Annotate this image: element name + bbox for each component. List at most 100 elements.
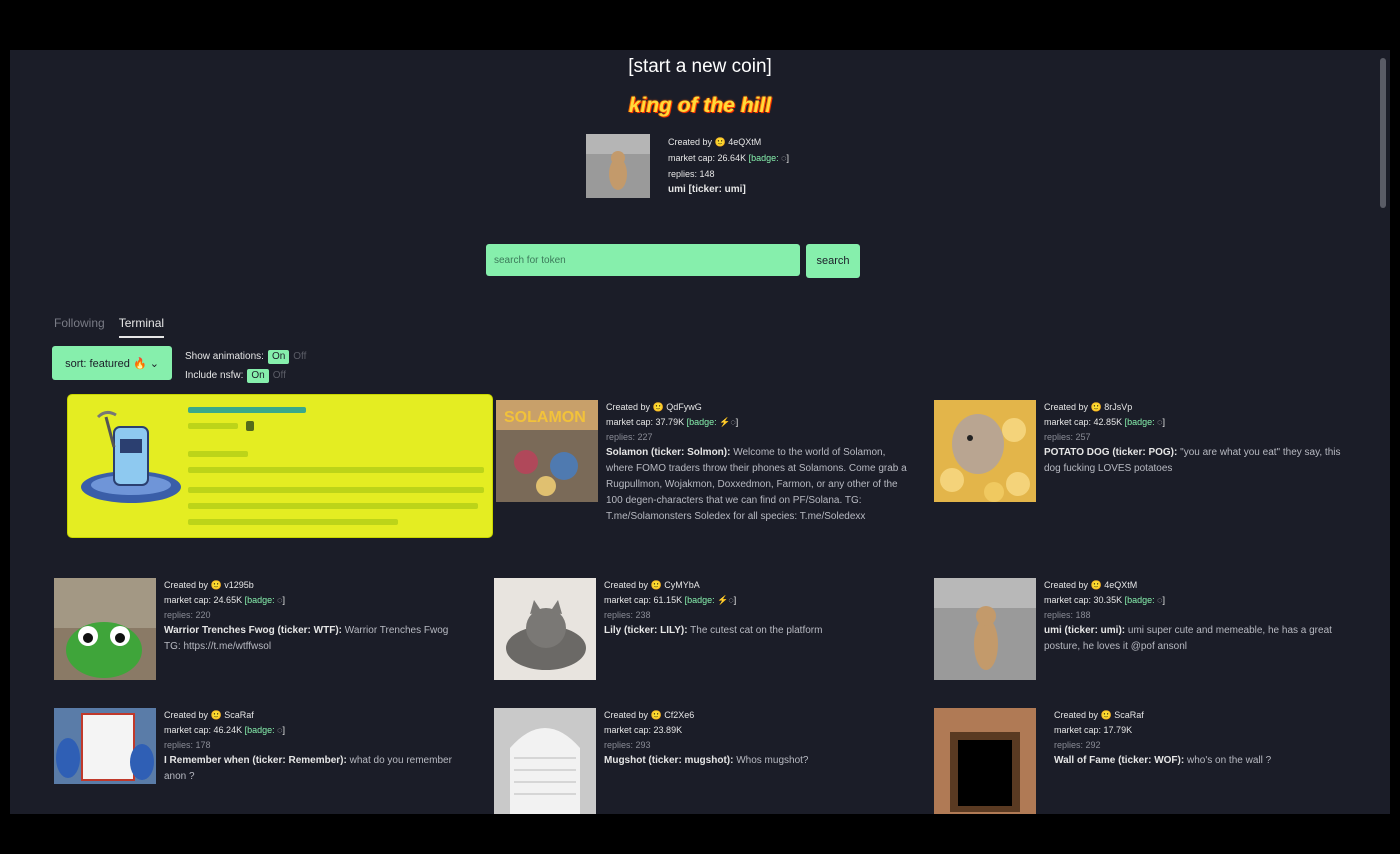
market-cap-label: market cap:	[1054, 725, 1102, 735]
nsfw-label: Include nsfw:	[185, 370, 244, 381]
creator-link[interactable]: v1295b	[224, 580, 254, 590]
creator-avatar-icon: 🙂	[210, 710, 222, 720]
creator-avatar-icon: 🙂	[652, 402, 664, 412]
replies-label: replies:	[164, 740, 194, 750]
coin-description: Whos mugshot?	[736, 755, 809, 766]
creator-link[interactable]: Cf2Xe6	[664, 710, 694, 720]
coin-card[interactable]: Created by 🙂 Cf2Xe6 market cap: 23.89K r…	[494, 708, 914, 814]
scrollbar[interactable]	[1380, 58, 1386, 208]
market-cap-value: 17.79K	[1103, 725, 1133, 735]
replies-label: replies:	[668, 169, 698, 179]
coin-card[interactable]: SOLAMON Created by 🙂 QdFywG market cap: …	[496, 400, 910, 525]
coin-description: Welcome to the world of Solamon, where F…	[606, 447, 907, 522]
creator-link[interactable]: QdFywG	[666, 402, 702, 412]
created-by-label: Created by	[1054, 710, 1099, 720]
king-of-the-hill-title: king of the hill	[628, 94, 772, 117]
market-cap-label: market cap:	[606, 417, 654, 427]
replies-value: 293	[635, 740, 651, 750]
market-cap-value: 61.15K	[653, 595, 683, 605]
market-cap-value: 26.64K	[717, 153, 747, 163]
featured-line	[188, 467, 484, 473]
hands-paper-image-icon	[54, 708, 156, 784]
animations-on-toggle[interactable]: On	[267, 350, 290, 364]
animations-label: Show animations:	[185, 351, 264, 362]
replies-value: 220	[195, 610, 211, 620]
animations-off-toggle[interactable]: Off	[293, 351, 306, 362]
tab-following[interactable]: Following	[54, 316, 105, 338]
coin-card[interactable]: Created by 🙂 ScaRaf market cap: 46.24K […	[54, 708, 474, 785]
replies-label: replies:	[606, 432, 636, 442]
creator-link[interactable]: 4eQXtM	[728, 137, 761, 147]
svg-text:SOLAMON: SOLAMON	[504, 409, 586, 426]
creator-link[interactable]: ScaRaf	[1114, 710, 1144, 720]
potato-dog-image-icon	[934, 400, 1036, 502]
creator-link[interactable]: 8rJsVp	[1104, 402, 1132, 412]
created-by-label: Created by	[1044, 580, 1089, 590]
search-bar: search	[486, 244, 860, 278]
coin-title: Solamon (ticker: Solmon):	[606, 447, 731, 458]
market-cap-label: market cap:	[1044, 417, 1092, 427]
featured-progress-bar	[188, 407, 306, 413]
coin-image[interactable]	[494, 578, 596, 680]
coin-description: The cutest cat on the platform	[690, 625, 823, 636]
sort-dropdown[interactable]: sort: featured 🔥 ⌄	[52, 346, 172, 380]
lightning-icon: ⚡	[719, 417, 731, 427]
created-by-label: Created by	[604, 710, 649, 720]
coin-image[interactable]	[54, 578, 156, 680]
coin-image[interactable]	[54, 708, 156, 784]
coin-title: POTATO DOG (ticker: POG):	[1044, 447, 1178, 458]
lightning-icon: ⚡	[717, 595, 729, 605]
created-by-label: Created by	[1044, 402, 1089, 412]
search-button[interactable]: search	[806, 244, 860, 278]
creator-avatar-icon: 🙂	[210, 580, 222, 590]
market-cap-value: 23.89K	[653, 725, 683, 735]
coin-card[interactable]: Created by 🙂 CyMYbA market cap: 61.15K […	[494, 578, 914, 680]
created-by-label: Created by	[668, 137, 713, 147]
search-input[interactable]	[486, 244, 800, 276]
tab-terminal[interactable]: Terminal	[118, 316, 165, 338]
badge-icon: ◌	[730, 417, 736, 427]
creator-avatar-icon: 🙂	[1090, 402, 1102, 412]
replies-label: replies:	[164, 610, 194, 620]
replies-value: 257	[1075, 432, 1091, 442]
badge-label: [badge:	[1124, 417, 1155, 427]
coin-card[interactable]: Created by 🙂 v1295b market cap: 24.65K […	[54, 578, 474, 680]
creator-avatar-icon: 🙂	[650, 710, 662, 720]
replies-value: 148	[699, 169, 715, 179]
coin-title: Warrior Trenches Fwog (ticker: WTF):	[164, 625, 342, 636]
coin-image[interactable]	[934, 400, 1036, 502]
coin-image[interactable]	[934, 708, 1036, 814]
replies-label: replies:	[604, 610, 634, 620]
market-cap-label: market cap:	[164, 595, 212, 605]
king-of-the-hill-card[interactable]: Created by 🙂 4eQXtM market cap: 26.64K […	[586, 134, 789, 198]
coin-image[interactable]: SOLAMON	[496, 400, 598, 502]
coin-card[interactable]: Created by 🙂 4eQXtM market cap: 30.35K […	[934, 578, 1354, 680]
featured-coin-card[interactable]	[68, 395, 492, 537]
nsfw-off-toggle[interactable]: Off	[273, 370, 286, 381]
solamon-image-icon: SOLAMON	[496, 400, 598, 502]
market-cap-label: market cap:	[164, 725, 212, 735]
featured-line	[188, 487, 484, 493]
creator-link[interactable]: ScaRaf	[224, 710, 254, 720]
market-cap-label: market cap:	[1044, 595, 1092, 605]
start-new-coin-link[interactable]: [start a new coin]	[10, 56, 1390, 78]
market-cap-value: 30.35K	[1093, 595, 1123, 605]
replies-label: replies:	[1044, 610, 1074, 620]
coin-card[interactable]: Created by 🙂 8rJsVp market cap: 42.85K […	[934, 400, 1354, 502]
coin-image[interactable]	[494, 708, 596, 814]
creator-link[interactable]: 4eQXtM	[1104, 580, 1137, 590]
featured-line	[188, 503, 478, 509]
replies-value: 188	[1075, 610, 1091, 620]
cat-image-icon	[494, 578, 596, 680]
badge-label: [badge:	[748, 153, 779, 163]
feed-tabs: Following Terminal	[54, 316, 165, 338]
creator-avatar-icon: 🙂	[714, 137, 726, 147]
coin-image[interactable]	[934, 578, 1036, 680]
koth-coin-image[interactable]	[586, 134, 650, 198]
coin-card[interactable]: Created by 🙂 ScaRaf market cap: 17.79K r…	[934, 708, 1354, 814]
badge-icon: ◌	[277, 595, 283, 605]
creator-link[interactable]: CyMYbA	[664, 580, 700, 590]
replies-label: replies:	[1044, 432, 1074, 442]
nsfw-on-toggle[interactable]: On	[247, 369, 269, 383]
replies-value: 178	[195, 740, 211, 750]
